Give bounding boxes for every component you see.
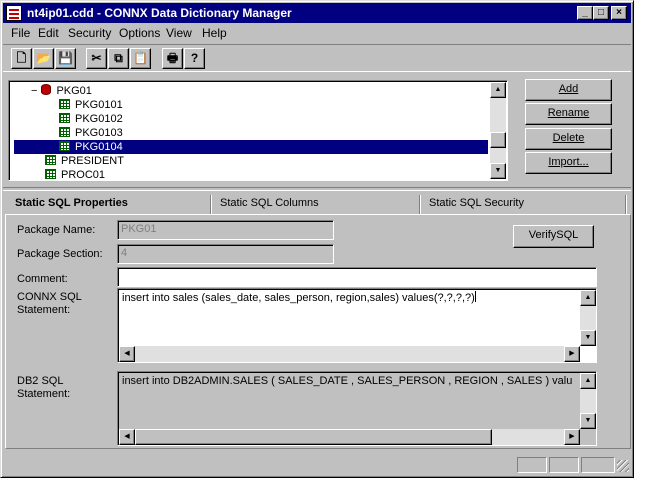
table-grid-icon: [45, 169, 56, 179]
database-icon: [41, 84, 52, 95]
scroll-down-icon[interactable]: ▼: [490, 163, 506, 179]
tree-item-selected[interactable]: PKG0104: [14, 140, 488, 154]
new-file-icon[interactable]: 🗋: [11, 48, 32, 69]
scroll-right-icon[interactable]: ▶: [564, 346, 580, 362]
status-panel: [549, 457, 579, 473]
text-caret: [474, 291, 476, 302]
package-section-field: 4: [117, 244, 334, 264]
comment-input[interactable]: [117, 267, 597, 287]
package-name-field: PKG01: [117, 220, 334, 240]
comment-label: Comment:: [17, 273, 68, 285]
connx-horizontal-scrollbar[interactable]: ◀ ▶: [119, 346, 580, 362]
help-question-icon[interactable]: ?: [184, 48, 205, 69]
table-grid-icon: [59, 141, 70, 151]
table-grid-icon: [59, 99, 70, 109]
menu-help[interactable]: Help: [202, 26, 227, 40]
package-name-label: Package Name:: [17, 224, 96, 236]
minimize-button[interactable]: _: [577, 6, 593, 20]
db2-sql-text: insert into DB2ADMIN.SALES ( SALES_DATE …: [122, 375, 573, 387]
package-section-label: Package Section:: [17, 248, 103, 260]
menu-security[interactable]: Security: [68, 26, 111, 40]
scroll-left-icon[interactable]: ◀: [119, 429, 135, 445]
tree-item[interactable]: PKG0101: [59, 98, 125, 112]
scroll-up-icon[interactable]: ▲: [580, 290, 596, 306]
scroll-up-icon[interactable]: ▲: [490, 82, 506, 98]
maximize-button[interactable]: □: [593, 6, 609, 20]
delete-button[interactable]: Delete: [525, 128, 612, 150]
tab-static-sql-security[interactable]: Static SQL Security: [421, 194, 627, 215]
scroll-thumb[interactable]: [490, 132, 506, 148]
window-title: nt4ip01.cdd - CONNX Data Dictionary Mana…: [27, 6, 292, 20]
cut-scissors-icon[interactable]: ✂: [86, 48, 107, 69]
scroll-left-icon[interactable]: ◀: [119, 346, 135, 362]
toolbar: 🗋 📂 💾 ✂ ⧉ 📋 🖶 ?: [3, 44, 631, 72]
db2-sql-label: DB2 SQL: [17, 375, 64, 387]
db2-horizontal-scrollbar[interactable]: ◀ ▶: [119, 429, 580, 445]
table-grid-icon: [59, 127, 70, 137]
tab-static-sql-columns[interactable]: Static SQL Columns: [212, 194, 420, 215]
connx-sql-text: insert into sales (sales_date, sales_per…: [122, 291, 476, 304]
db2-sql-textarea[interactable]: insert into DB2ADMIN.SALES ( SALES_DATE …: [117, 371, 597, 446]
verify-sql-button[interactable]: VerifySQL: [513, 225, 594, 248]
tree-item[interactable]: PRESIDENT: [45, 154, 126, 168]
menu-view[interactable]: View: [166, 26, 192, 40]
menu-options[interactable]: Options: [119, 26, 160, 40]
tree-item-pkg01[interactable]: − PKG01: [31, 84, 94, 98]
menu-edit[interactable]: Edit: [38, 26, 59, 40]
table-grid-icon: [59, 113, 70, 123]
connx-sql-label-2: Statement:: [17, 304, 71, 316]
status-panel: [581, 457, 615, 473]
collapse-icon[interactable]: −: [31, 85, 37, 97]
save-disk-icon[interactable]: 💾: [55, 48, 76, 69]
tree-view[interactable]: − PKG01 PKG0101 PKG0102 PKG0103 PKG0104 P…: [8, 80, 508, 181]
scroll-right-icon[interactable]: ▶: [564, 429, 580, 445]
rename-button[interactable]: Rename: [525, 103, 612, 125]
menu-file[interactable]: File: [11, 26, 30, 40]
tab-static-sql-properties[interactable]: Static SQL Properties: [7, 194, 213, 215]
table-grid-icon: [45, 155, 56, 165]
tree-item[interactable]: PROC01: [45, 168, 107, 180]
scroll-down-icon[interactable]: ▼: [580, 413, 596, 429]
paste-clipboard-icon[interactable]: 📋: [130, 48, 151, 69]
connx-vertical-scrollbar[interactable]: ▲ ▼: [580, 290, 596, 346]
db2-sql-label-2: Statement:: [17, 388, 71, 400]
scroll-up-icon[interactable]: ▲: [580, 373, 596, 389]
scroll-thumb[interactable]: [135, 429, 492, 445]
tree-item[interactable]: PKG0102: [59, 112, 125, 126]
db2-vertical-scrollbar[interactable]: ▲ ▼: [580, 373, 596, 429]
scroll-down-icon[interactable]: ▼: [580, 330, 596, 346]
tree-item[interactable]: PKG0103: [59, 126, 125, 140]
main-window: nt4ip01.cdd - CONNX Data Dictionary Mana…: [0, 0, 634, 478]
tree-vertical-scrollbar[interactable]: ▲ ▼: [490, 82, 506, 179]
app-icon[interactable]: [6, 5, 22, 21]
connx-sql-textarea[interactable]: insert into sales (sales_date, sales_per…: [117, 288, 597, 363]
open-folder-icon[interactable]: 📂: [33, 48, 54, 69]
import-button[interactable]: Import...: [525, 152, 612, 174]
status-panel: [517, 457, 547, 473]
tab-divider: [625, 195, 627, 215]
status-bar: [3, 454, 631, 474]
connx-sql-label: CONNX SQL: [17, 291, 82, 303]
title-bar[interactable]: nt4ip01.cdd - CONNX Data Dictionary Mana…: [3, 3, 631, 23]
close-button[interactable]: ×: [611, 6, 627, 20]
splitter[interactable]: [3, 187, 631, 191]
copy-icon[interactable]: ⧉: [108, 48, 129, 69]
resize-grip-icon[interactable]: [617, 460, 629, 472]
print-icon[interactable]: 🖶: [162, 48, 183, 69]
add-button[interactable]: Add: [525, 79, 612, 101]
